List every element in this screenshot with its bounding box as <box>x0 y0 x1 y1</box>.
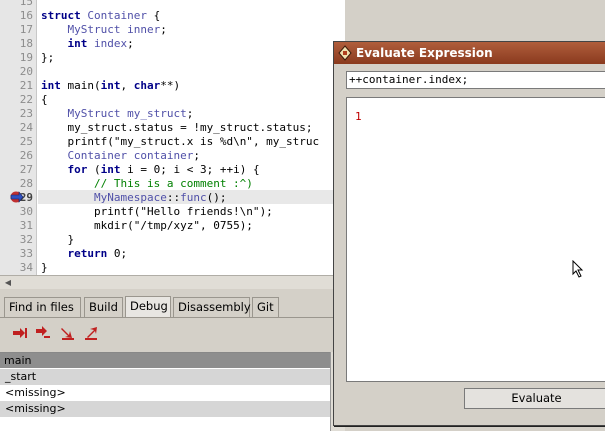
run-to-cursor-icon[interactable] <box>84 326 100 340</box>
code-editor[interactable]: 15 16 17 18 19 20 21 22 23 24 25 26 27 2… <box>0 0 345 275</box>
code-line: mkdir("/tmp/xyz", 0755); <box>41 219 253 232</box>
code-line: Container container; <box>67 149 200 162</box>
line-number: 33 <box>19 247 33 260</box>
step-out-icon[interactable] <box>60 326 76 340</box>
bottom-tab-bar: Find in files Build Debug Disassembly Gi… <box>0 296 345 317</box>
line-number-gutter[interactable]: 15 16 17 18 19 20 21 22 23 24 25 26 27 2… <box>0 0 37 275</box>
code-line: { <box>41 93 48 106</box>
call-stack-row[interactable]: <missing> <box>0 401 330 417</box>
line-number: 17 <box>19 23 33 36</box>
line-number: 23 <box>19 107 33 120</box>
code-line: } <box>41 261 48 274</box>
call-stack-row-selected[interactable]: main <box>0 353 330 368</box>
tab-disassembly[interactable]: Disassembly <box>173 297 251 317</box>
step-over-icon[interactable] <box>12 326 28 340</box>
code-line: // This is a comment :^) <box>93 177 253 190</box>
code-line: int main(int, char**) <box>41 79 181 92</box>
breakpoint-execution-marker-icon[interactable] <box>10 191 24 203</box>
line-number: 24 <box>19 121 33 134</box>
line-number: 19 <box>19 51 33 64</box>
line-number: 18 <box>19 37 33 50</box>
call-stack-row[interactable]: <missing> <box>0 385 330 401</box>
code-line: my_struct.status = !my_struct.status; <box>41 121 313 134</box>
code-line: printf("my_struct.x is %d\n", my_struc <box>41 135 320 148</box>
code-line: } <box>41 233 75 246</box>
tab-debug[interactable]: Debug <box>125 296 171 317</box>
line-number: 26 <box>19 149 33 162</box>
line-number: 27 <box>19 163 33 176</box>
code-line: MyStruct inner; <box>67 23 167 36</box>
line-number: 22 <box>19 93 33 106</box>
code-line: struct Container { <box>41 9 161 22</box>
tab-find-in-files[interactable]: Find in files <box>4 297 81 317</box>
line-number: 21 <box>19 79 33 92</box>
line-number: 34 <box>19 261 33 274</box>
expression-input[interactable]: ++container.index; <box>346 71 605 89</box>
line-number: 32 <box>19 233 33 246</box>
line-number: 16 <box>19 9 33 22</box>
result-value: 1 <box>355 110 362 123</box>
scroll-left-arrow-icon[interactable]: ◀ <box>2 277 14 288</box>
editor-horizontal-scrollbar[interactable]: ◀ <box>0 275 345 289</box>
line-number: 15 <box>19 0 33 8</box>
call-stack-row[interactable]: _start <box>0 369 330 385</box>
code-line: }; <box>41 51 55 64</box>
debug-toolbar <box>0 318 345 348</box>
line-number: 25 <box>19 135 33 148</box>
line-number: 31 <box>19 219 33 232</box>
evaluate-expression-dialog: Evaluate Expression ++container.index; 1… <box>333 41 605 426</box>
code-line-current: MyNamespace::func(); <box>93 191 227 204</box>
line-number: 28 <box>19 177 33 190</box>
code-line: for (int i = 0; i < 3; ++i) { <box>67 163 260 176</box>
dialog-titlebar[interactable]: Evaluate Expression <box>334 42 605 64</box>
dialog-title: Evaluate Expression <box>356 46 493 60</box>
result-output[interactable]: 1 <box>346 97 605 382</box>
evaluate-button[interactable]: Evaluate <box>464 388 605 409</box>
step-into-icon[interactable] <box>35 326 51 340</box>
mouse-pointer-icon <box>572 259 584 278</box>
line-number: 30 <box>19 205 33 218</box>
line-number: 20 <box>19 65 33 78</box>
code-line: printf("Hello friends!\n"); <box>41 205 273 218</box>
tab-build[interactable]: Build <box>84 297 123 317</box>
tab-git[interactable]: Git <box>252 297 279 317</box>
app-icon <box>338 45 353 61</box>
code-line: int index; <box>67 37 134 50</box>
code-line: return 0; <box>67 247 128 260</box>
code-line: MyStruct my_struct; <box>67 107 194 120</box>
call-stack-list[interactable]: main _start <missing> <missing> <box>0 352 330 431</box>
